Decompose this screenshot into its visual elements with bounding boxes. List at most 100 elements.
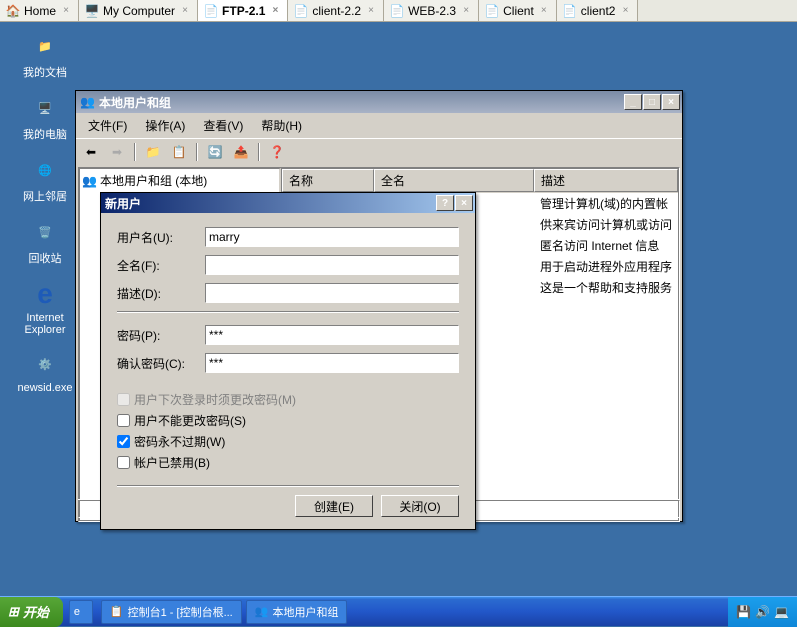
icon-label: newsid.exe (17, 382, 72, 394)
tab-label: client2 (581, 4, 616, 18)
newsid-exe-icon[interactable]: ⚙️newsid.exe (10, 348, 80, 394)
toolbar: ⬅ ➡ 📁 📋 🔄 📤 ❓ (76, 138, 682, 165)
help-button[interactable]: ? (436, 195, 454, 211)
recycle-bin-icon[interactable]: 🗑️回收站 (10, 216, 80, 266)
home-icon: 🏠 (6, 4, 20, 18)
app-icon: 👥 (80, 95, 95, 109)
checkbox-label: 密码永不过期(W) (134, 433, 225, 450)
maximize-button[interactable]: □ (643, 94, 661, 110)
vm-icon: 📄 (563, 4, 577, 18)
username-label: 用户名(U): (117, 229, 205, 246)
icon-label: 我的文档 (23, 64, 67, 80)
desktop-icons: 📁我的文档 🖥️我的电脑 🌐网上邻居 🗑️回收站 eInternet Explo… (10, 30, 80, 394)
cannot-change-checkbox[interactable] (117, 414, 130, 427)
close-icon[interactable]: × (460, 5, 472, 17)
description-label: 描述(D): (117, 285, 205, 302)
menu-file[interactable]: 文件(F) (80, 115, 135, 136)
col-desc[interactable]: 描述 (534, 169, 678, 192)
window-title: 本地用户和组 (99, 94, 624, 111)
tab-mycomputer[interactable]: 🖥️ My Computer × (79, 0, 198, 21)
help-button[interactable]: ❓ (266, 141, 288, 163)
minimize-button[interactable]: _ (624, 94, 642, 110)
account-disabled-checkbox[interactable] (117, 456, 130, 469)
tab-home[interactable]: 🏠Home× (0, 0, 79, 21)
task-lusrmgr[interactable]: 👥 本地用户和组 (246, 600, 348, 624)
dialog-titlebar[interactable]: 新用户 ? × (101, 193, 475, 213)
checkbox-label: 用户不能更改密码(S) (134, 412, 246, 429)
tab-label: My Computer (103, 4, 175, 18)
close-icon[interactable]: × (619, 5, 631, 17)
close-icon[interactable]: × (60, 5, 72, 17)
tray-icon[interactable]: 💻 (774, 605, 789, 619)
close-icon[interactable]: × (365, 5, 377, 17)
list-header: 名称 全名 描述 (282, 169, 678, 193)
menubar: 文件(F) 操作(A) 查看(V) 帮助(H) (76, 113, 682, 138)
vm-icon: 📄 (204, 4, 218, 18)
menu-view[interactable]: 查看(V) (195, 115, 251, 136)
back-button[interactable]: ⬅ (80, 141, 102, 163)
menu-help[interactable]: 帮助(H) (253, 115, 310, 136)
col-name[interactable]: 名称 (282, 169, 374, 192)
tab-web23[interactable]: 📄WEB-2.3× (384, 0, 479, 21)
username-field[interactable] (205, 227, 459, 247)
menu-action[interactable]: 操作(A) (137, 115, 193, 136)
system-tray[interactable]: 💾 🔊 💻 (728, 597, 797, 627)
vm-tab-bar: 🏠Home× 🖥️ My Computer × 📄 FTP-2.1 × 📄 client-… (0, 0, 797, 22)
windows-logo-icon: ⊞ (8, 604, 19, 620)
taskbar: ⊞ 开始 e 📋 控制台1 - [控制台根... 👥 本地用户和组 💾 🔊 💻 (0, 596, 797, 626)
ie-quicklaunch[interactable]: e (69, 600, 93, 624)
network-places-icon[interactable]: 🌐网上邻居 (10, 154, 80, 204)
task-label: 控制台1 - [控制台根... (128, 604, 233, 620)
my-computer-icon[interactable]: 🖥️我的电脑 (10, 92, 80, 142)
mmc-titlebar[interactable]: 👥 本地用户和组 _ □ × (76, 91, 682, 113)
start-label: 开始 (23, 602, 49, 621)
close-icon[interactable]: × (179, 5, 191, 17)
fullname-label: 全名(F): (117, 257, 205, 274)
confirm-label: 确认密码(C): (117, 355, 205, 372)
computer-icon: 🖥️ (85, 4, 99, 18)
tab-label: WEB-2.3 (408, 4, 456, 18)
create-button[interactable]: 创建(E) (295, 495, 373, 517)
tab-label: FTP-2.1 (222, 4, 265, 18)
vm-icon: 📄 (485, 4, 499, 18)
password-field[interactable] (205, 325, 459, 345)
tray-icon[interactable]: 🔊 (755, 605, 770, 619)
forward-button: ➡ (106, 141, 128, 163)
tab-client22[interactable]: 📄 client-2.2 × (288, 0, 384, 21)
up-button[interactable]: 📁 (142, 141, 164, 163)
confirm-password-field[interactable] (205, 353, 459, 373)
password-label: 密码(P): (117, 327, 205, 344)
properties-button[interactable]: 📋 (168, 141, 190, 163)
tree-root[interactable]: 👥 本地用户和组 (本地) (82, 171, 277, 190)
col-fullname[interactable]: 全名 (374, 169, 534, 192)
close-button[interactable]: × (455, 195, 473, 211)
refresh-button[interactable]: 🔄 (204, 141, 226, 163)
tab-client[interactable]: 📄 Client × (479, 0, 557, 21)
never-expire-checkbox[interactable] (117, 435, 130, 448)
close-icon[interactable]: × (269, 5, 281, 17)
close-dialog-button[interactable]: 关闭(O) (381, 495, 459, 517)
checkbox-label: 用户下次登录时须更改密码(M) (134, 391, 296, 408)
task-label: 本地用户和组 (272, 604, 338, 620)
close-icon[interactable]: × (538, 5, 550, 17)
tab-label: client-2.2 (312, 4, 361, 18)
my-documents-icon[interactable]: 📁我的文档 (10, 30, 80, 80)
close-button[interactable]: × (662, 94, 680, 110)
quick-launch: e (63, 600, 99, 624)
start-button[interactable]: ⊞ 开始 (0, 597, 63, 627)
icon-label: Internet Explorer (10, 312, 80, 336)
icon-label: 我的电脑 (23, 126, 67, 142)
tray-icon[interactable]: 💾 (736, 605, 751, 619)
new-user-dialog: 新用户 ? × 用户名(U): 全名(F): 描述(D): 密码(P): 确认密… (100, 192, 476, 530)
tab-ftp21[interactable]: 📄 FTP-2.1 × (198, 0, 288, 21)
checkbox-label: 帐户已禁用(B) (134, 454, 210, 471)
tab-client2[interactable]: 📄 client2× (557, 0, 639, 21)
ie-icon[interactable]: eInternet Explorer (10, 278, 80, 336)
export-button[interactable]: 📤 (230, 141, 252, 163)
fullname-field[interactable] (205, 255, 459, 275)
vm-icon: 📄 (294, 4, 308, 18)
tab-label: Client (503, 4, 534, 18)
icon-label: 回收站 (29, 250, 62, 266)
description-field[interactable] (205, 283, 459, 303)
task-console1[interactable]: 📋 控制台1 - [控制台根... (101, 600, 242, 624)
